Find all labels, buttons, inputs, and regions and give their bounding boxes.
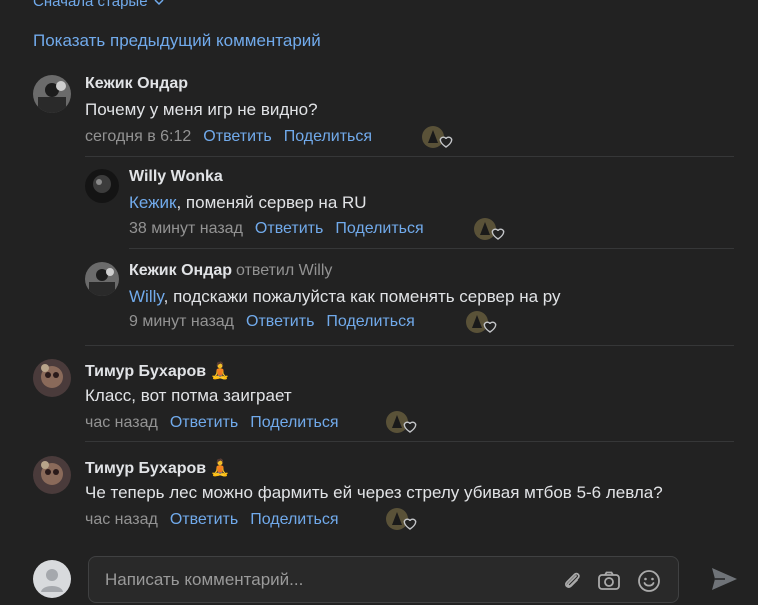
comment-text: Че теперь лес можно фармить ей через стр… — [85, 483, 663, 503]
divider — [85, 345, 734, 346]
comment-text-body: , поменяй сервер на RU — [176, 193, 367, 212]
like-button[interactable] — [385, 507, 419, 533]
comment-meta: сегодня в 6:12 Ответить Поделиться — [85, 128, 372, 146]
current-user-avatar — [33, 560, 71, 598]
status-emoji: 🧘 — [210, 460, 231, 477]
comment-text: Кежик, поменяй сервер на RU — [129, 193, 367, 213]
comment-time[interactable]: 9 минут назад — [129, 313, 234, 331]
share-button[interactable]: Поделиться — [284, 128, 372, 146]
avatar[interactable] — [85, 262, 119, 296]
camera-icon[interactable] — [596, 568, 622, 594]
like-button[interactable] — [473, 217, 507, 243]
comment-meta: 38 минут назад Ответить Поделиться — [129, 220, 424, 238]
sort-label: Сначала старые — [33, 0, 148, 10]
heart-icon — [474, 218, 505, 240]
mention-link[interactable]: Willy — [129, 287, 164, 306]
replied-to[interactable]: ответил Willy — [236, 262, 332, 279]
heart-icon — [422, 126, 453, 148]
comment-author[interactable]: Кежик Ондар — [85, 75, 188, 93]
avatar[interactable] — [33, 359, 71, 397]
comment-meta: час назад Ответить Поделиться — [85, 511, 339, 529]
author-name: Тимур Бухаров — [85, 363, 207, 380]
send-icon[interactable] — [708, 563, 740, 595]
author-name: Тимур Бухаров — [85, 460, 207, 477]
reply-button[interactable]: Ответить — [203, 128, 271, 146]
comment-composer — [88, 556, 679, 603]
share-button[interactable]: Поделиться — [250, 414, 338, 432]
comment-meta: час назад Ответить Поделиться — [85, 414, 339, 432]
show-previous-comment-link[interactable]: Показать предыдущий комментарий — [33, 31, 321, 51]
comment-author[interactable]: Тимур Бухаров 🧘 — [85, 361, 230, 381]
comment-text-body: , подскажи пожалуйста как поменять серве… — [163, 287, 561, 306]
comment-text: Класс, вот потма заиграет — [85, 386, 292, 406]
avatar[interactable] — [85, 169, 119, 203]
like-button[interactable] — [385, 410, 419, 436]
avatar[interactable] — [33, 456, 71, 494]
status-emoji: 🧘 — [210, 363, 231, 380]
share-button[interactable]: Поделиться — [250, 511, 338, 529]
chevron-down-icon — [154, 0, 164, 5]
comment-author[interactable]: Кежик Ондар ответил Willy — [129, 262, 332, 280]
paperclip-icon[interactable] — [559, 568, 585, 594]
comment-author[interactable]: Willy Wonka — [129, 168, 223, 186]
author-name: Кежик Ондар — [85, 75, 189, 92]
share-button[interactable]: Поделиться — [335, 220, 423, 238]
comment-text: Почему у меня игр не видно? — [85, 100, 318, 120]
reply-button[interactable]: Ответить — [255, 220, 323, 238]
emoji-icon[interactable] — [636, 568, 662, 594]
reply-button[interactable]: Ответить — [170, 414, 238, 432]
divider — [129, 248, 734, 249]
reply-button[interactable]: Ответить — [170, 511, 238, 529]
user-placeholder-icon — [41, 569, 63, 592]
comment-text-body: Класс, вот потма заиграет — [85, 386, 292, 405]
divider — [85, 156, 734, 157]
avatar[interactable] — [33, 75, 71, 113]
sort-dropdown[interactable]: Сначала старые — [33, 0, 164, 10]
reply-button[interactable]: Ответить — [246, 313, 314, 331]
mention-link[interactable]: Кежик — [129, 193, 176, 212]
comment-time[interactable]: час назад — [85, 511, 158, 529]
comment-author[interactable]: Тимур Бухаров 🧘 — [85, 458, 230, 478]
like-button[interactable] — [421, 125, 455, 151]
comment-time[interactable]: час назад — [85, 414, 158, 432]
comment-text-body: Че теперь лес можно фармить ей через стр… — [85, 483, 663, 502]
comment-time[interactable]: 38 минут назад — [129, 220, 243, 238]
author-name: Willy Wonka — [129, 168, 223, 185]
divider — [85, 441, 734, 442]
comment-time[interactable]: сегодня в 6:12 — [85, 128, 191, 146]
like-button[interactable] — [465, 310, 499, 336]
share-button[interactable]: Поделиться — [326, 313, 414, 331]
heart-icon — [386, 411, 417, 433]
heart-icon — [466, 311, 497, 333]
comment-text-body: Почему у меня игр не видно? — [85, 100, 318, 119]
author-name: Кежик Ондар — [129, 262, 233, 279]
heart-icon — [386, 508, 417, 530]
comment-text: Willy, подскажи пожалуйста как поменять … — [129, 287, 561, 307]
comment-input[interactable] — [105, 568, 545, 592]
comment-meta: 9 минут назад Ответить Поделиться — [129, 313, 415, 331]
